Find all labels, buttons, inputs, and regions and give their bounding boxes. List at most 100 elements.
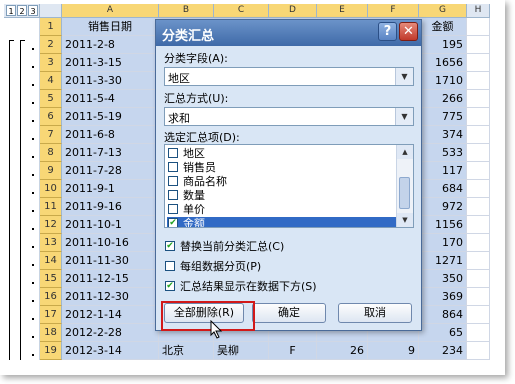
- cell-person[interactable]: 吴柳: [214, 342, 269, 360]
- cell-date[interactable]: 2012-1-14: [62, 306, 159, 324]
- cell-date[interactable]: 2011-7-13: [62, 144, 159, 162]
- function-select[interactable]: 求和 ▼: [164, 107, 414, 126]
- cell-date[interactable]: 2011-9-16: [62, 198, 159, 216]
- cell-date[interactable]: 2011-3-30: [62, 72, 159, 90]
- row-header[interactable]: 3: [40, 54, 62, 72]
- row-header[interactable]: 13: [40, 234, 62, 252]
- cell[interactable]: [467, 18, 490, 36]
- cell-amount[interactable]: 1156: [419, 216, 467, 234]
- cell-date[interactable]: 2011-10-16: [62, 234, 159, 252]
- cell-amount[interactable]: 864: [419, 306, 467, 324]
- row-header[interactable]: 11: [40, 198, 62, 216]
- outline-bracket-level1[interactable]: [9, 40, 10, 360]
- cell[interactable]: [467, 90, 490, 108]
- cell-date[interactable]: 2011-10-1: [62, 216, 159, 234]
- cell-date[interactable]: 2012-3-14: [62, 342, 159, 360]
- cell-amount[interactable]: 234: [419, 342, 467, 360]
- cell[interactable]: [467, 72, 490, 90]
- outline-bracket-level2[interactable]: [20, 40, 21, 360]
- cell[interactable]: [467, 144, 490, 162]
- cell-date[interactable]: 2012-2-28: [62, 324, 159, 342]
- column-header-f[interactable]: F: [368, 4, 419, 18]
- row-header[interactable]: 7: [40, 126, 62, 144]
- checkbox-checked[interactable]: ✔: [168, 218, 178, 227]
- cell-date[interactable]: 2011-12-15: [62, 270, 159, 288]
- chevron-down-icon[interactable]: ▼: [395, 108, 413, 125]
- cell[interactable]: [467, 306, 490, 324]
- cell-date[interactable]: 2011-3-15: [62, 54, 159, 72]
- cell-amount[interactable]: 1271: [419, 252, 467, 270]
- cell-amount[interactable]: 170: [419, 234, 467, 252]
- list-item[interactable]: 地区: [167, 147, 397, 161]
- list-scrollbar[interactable]: ▲ ▼: [396, 145, 413, 227]
- group-field-select[interactable]: 地区 ▼: [164, 67, 414, 86]
- cell[interactable]: [467, 324, 490, 342]
- cell[interactable]: [467, 342, 490, 360]
- cell-date[interactable]: 2011-6-8: [62, 126, 159, 144]
- cell-amount[interactable]: 369: [419, 288, 467, 306]
- cell-amount[interactable]: 533: [419, 144, 467, 162]
- cell-date[interactable]: 2011-2-8: [62, 36, 159, 54]
- cell[interactable]: [467, 270, 490, 288]
- checkbox[interactable]: [168, 148, 178, 158]
- cell[interactable]: [467, 198, 490, 216]
- select-all-corner[interactable]: [40, 4, 62, 18]
- list-item[interactable]: 单价: [167, 203, 397, 217]
- cell[interactable]: [467, 234, 490, 252]
- cell-amount[interactable]: 775: [419, 108, 467, 126]
- cell[interactable]: [467, 54, 490, 72]
- cell-price[interactable]: 9: [368, 342, 419, 360]
- cell-region[interactable]: 北京: [159, 342, 214, 360]
- row-header[interactable]: 1: [40, 18, 62, 36]
- cell[interactable]: [467, 180, 490, 198]
- cell-amount[interactable]: 972: [419, 198, 467, 216]
- row-header[interactable]: 14: [40, 252, 62, 270]
- checkbox[interactable]: [168, 204, 178, 214]
- column-header-d[interactable]: D: [269, 4, 317, 18]
- cell-date[interactable]: 2011-9-1: [62, 180, 159, 198]
- cell-date[interactable]: 2011-12-30: [62, 288, 159, 306]
- cell-amount[interactable]: 65: [419, 324, 467, 342]
- outline-level-1-button[interactable]: 1: [6, 5, 16, 16]
- column-header-a[interactable]: A: [62, 4, 159, 18]
- row-header[interactable]: 17: [40, 306, 62, 324]
- cell-date[interactable]: 2011-5-19: [62, 108, 159, 126]
- row-header[interactable]: 4: [40, 72, 62, 90]
- row-header[interactable]: 15: [40, 270, 62, 288]
- row-header[interactable]: 16: [40, 288, 62, 306]
- row-header[interactable]: 18: [40, 324, 62, 342]
- row-header[interactable]: 9: [40, 162, 62, 180]
- checkbox-checked[interactable]: ✔: [165, 281, 175, 291]
- cell-amount[interactable]: 266: [419, 90, 467, 108]
- outline-level-3-button[interactable]: 3: [28, 5, 38, 16]
- list-item[interactable]: 数量: [167, 189, 397, 203]
- checkbox[interactable]: [168, 190, 178, 200]
- scroll-up-icon[interactable]: ▲: [397, 145, 413, 159]
- summary-items-list[interactable]: 地区 销售员 商品名称 数量 单价 ✔ 金额 ▲ ▼: [164, 144, 414, 228]
- row-header[interactable]: 10: [40, 180, 62, 198]
- header-cell-date[interactable]: 销售日期: [62, 18, 159, 36]
- cell-amount[interactable]: 350: [419, 270, 467, 288]
- cell-amount[interactable]: 195: [419, 36, 467, 54]
- ok-button[interactable]: 确定: [252, 303, 326, 323]
- column-header-h[interactable]: H: [467, 4, 490, 18]
- cell-amount[interactable]: 1710: [419, 72, 467, 90]
- cell[interactable]: [467, 126, 490, 144]
- cell-date[interactable]: 2011-7-28: [62, 162, 159, 180]
- cell-amount[interactable]: 117: [419, 162, 467, 180]
- cell[interactable]: [467, 36, 490, 54]
- scroll-down-icon[interactable]: ▼: [397, 213, 413, 227]
- column-header-g[interactable]: G: [419, 4, 467, 18]
- checkbox[interactable]: [165, 261, 175, 271]
- row-header[interactable]: 8: [40, 144, 62, 162]
- checkbox-checked[interactable]: ✔: [165, 241, 175, 251]
- row-header[interactable]: 5: [40, 90, 62, 108]
- column-header-e[interactable]: E: [317, 4, 368, 18]
- cell-amount[interactable]: 684: [419, 180, 467, 198]
- cell[interactable]: [467, 216, 490, 234]
- cancel-button[interactable]: 取消: [338, 303, 412, 323]
- cell-qty[interactable]: 26: [317, 342, 368, 360]
- cell[interactable]: [467, 288, 490, 306]
- close-button[interactable]: ✕: [399, 22, 418, 41]
- cell-product[interactable]: F: [269, 342, 317, 360]
